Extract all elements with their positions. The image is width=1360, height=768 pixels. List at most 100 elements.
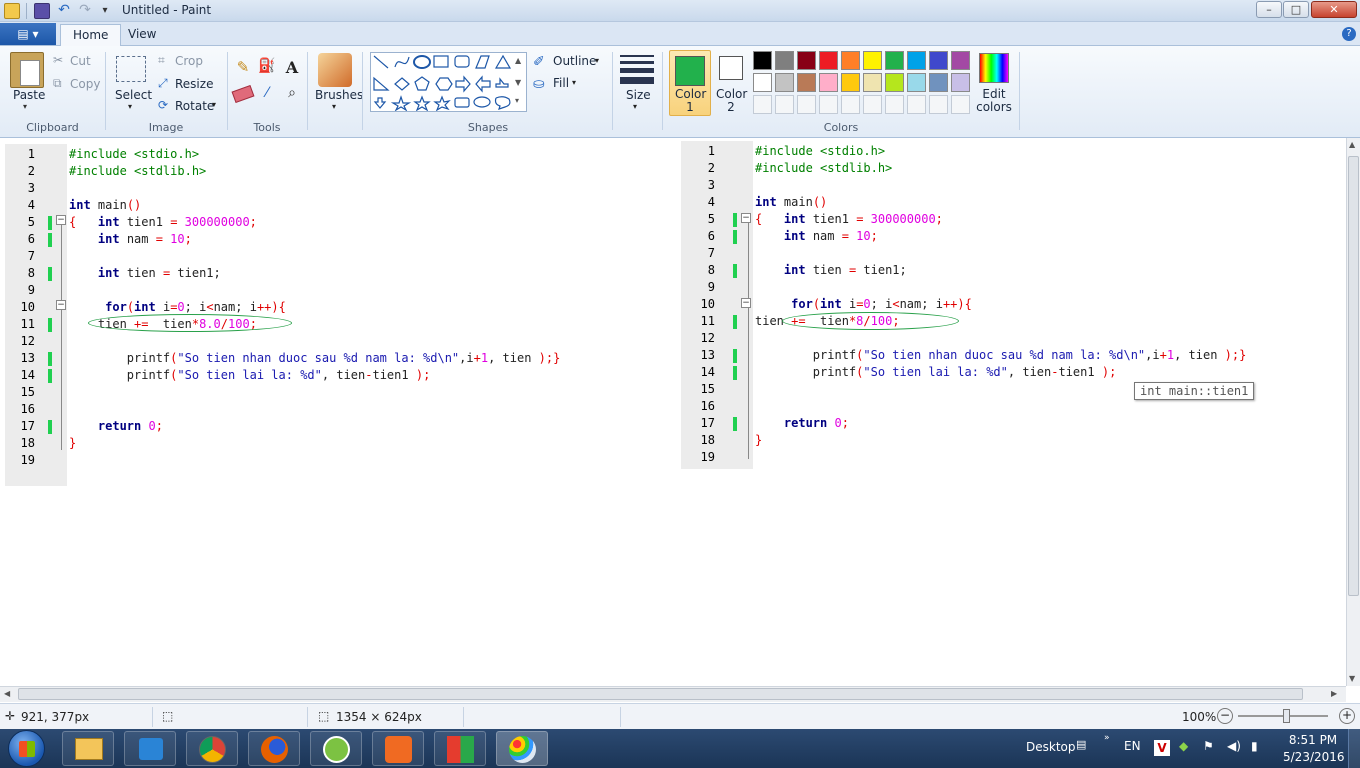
volume-icon[interactable]: ◀) (1227, 739, 1241, 753)
scroll-up-icon[interactable]: ▲ (1349, 140, 1355, 149)
chrome-taskbar-icon[interactable] (186, 731, 238, 766)
cut-button[interactable]: Cut (70, 54, 91, 68)
fold-toggle-icon[interactable]: − (56, 215, 66, 225)
color-swatch[interactable] (907, 95, 926, 114)
outline-button[interactable]: Outline (553, 54, 596, 68)
color-swatch[interactable] (841, 51, 860, 70)
color-swatch[interactable] (929, 73, 948, 92)
color-swatch[interactable] (797, 51, 816, 70)
shapes-scroll-up-icon[interactable]: ▲ (515, 56, 521, 65)
redo-icon[interactable]: ↷ (77, 3, 93, 19)
media-player-taskbar-icon[interactable] (124, 731, 176, 766)
color-picker-icon[interactable]: ⁄ (257, 85, 277, 105)
toolbar-expand-icon[interactable]: » (1104, 733, 1110, 743)
color-swatch[interactable] (753, 73, 772, 92)
desktop-toolbar[interactable]: Desktop (1026, 740, 1076, 754)
outline-dropdown-icon[interactable]: ▾ (595, 56, 599, 65)
shapes-gallery[interactable] (370, 52, 527, 112)
shapes-expand-icon[interactable]: ▾ (515, 96, 519, 105)
color-swatch[interactable] (885, 73, 904, 92)
color-swatch[interactable] (907, 51, 926, 70)
horizontal-scrollbar[interactable]: ◀ ▶ (0, 686, 1346, 702)
show-desktop-button[interactable] (1348, 729, 1360, 768)
explorer-taskbar-icon[interactable] (62, 731, 114, 766)
brushes-icon[interactable] (318, 53, 352, 87)
fill-button[interactable]: Fill (553, 76, 569, 90)
zoom-out-button[interactable]: − (1217, 708, 1233, 724)
scroll-right-icon[interactable]: ▶ (1331, 689, 1337, 698)
color-swatch[interactable] (797, 73, 816, 92)
color-swatch[interactable] (951, 95, 970, 114)
close-button[interactable]: ✕ (1311, 1, 1357, 18)
color-swatch[interactable] (819, 73, 838, 92)
fill-dropdown-icon[interactable]: ▾ (572, 78, 576, 87)
color-swatch[interactable] (929, 51, 948, 70)
rotate-button[interactable]: Rotate (175, 99, 214, 113)
clock-date[interactable]: 5/23/2016 (1283, 750, 1345, 764)
color-swatch[interactable] (885, 95, 904, 114)
help-icon[interactable]: ? (1342, 27, 1356, 41)
copy-button[interactable]: Copy (70, 77, 100, 91)
color-swatch[interactable] (841, 73, 860, 92)
size-dropdown-icon[interactable]: ▾ (633, 102, 637, 111)
size-icon[interactable] (620, 55, 654, 84)
brushes-button[interactable]: Brushes (315, 88, 363, 102)
coccoc-taskbar-icon[interactable] (310, 731, 362, 766)
color-swatch[interactable] (841, 95, 860, 114)
color-swatch[interactable] (819, 51, 838, 70)
fold-toggle-icon[interactable]: − (741, 298, 751, 308)
paste-dropdown-icon[interactable]: ▾ (23, 102, 27, 111)
color-swatch[interactable] (863, 95, 882, 114)
paint-taskbar-icon[interactable] (496, 731, 548, 766)
start-button[interactable] (8, 730, 45, 767)
save-icon[interactable] (34, 3, 50, 19)
color-swatch[interactable] (753, 51, 772, 70)
size-button[interactable]: Size (626, 88, 651, 102)
tab-view[interactable]: View (116, 24, 168, 46)
fold-toggle-icon[interactable]: − (56, 300, 66, 310)
paste-button[interactable]: Paste (13, 88, 45, 102)
vertical-scroll-thumb[interactable] (1348, 156, 1359, 596)
scroll-down-icon[interactable]: ▼ (1349, 674, 1355, 683)
shapes-scroll-down-icon[interactable]: ▼ (515, 78, 521, 87)
fill-bucket-icon[interactable]: ⛽ (257, 58, 277, 78)
color-swatch[interactable] (863, 73, 882, 92)
color-swatch[interactable] (797, 95, 816, 114)
color-swatch[interactable] (775, 51, 794, 70)
color-swatch[interactable] (951, 73, 970, 92)
magnifier-icon[interactable]: ⌕ (282, 85, 302, 105)
text-tool-icon[interactable]: A (282, 58, 302, 78)
office-taskbar-icon[interactable] (434, 731, 486, 766)
rotate-dropdown-icon[interactable]: ▾ (212, 100, 216, 109)
language-indicator[interactable]: EN (1124, 739, 1141, 753)
scroll-left-icon[interactable]: ◀ (4, 689, 10, 698)
color-swatch[interactable] (775, 73, 794, 92)
edit-colors-button[interactable]: Edit colors (975, 88, 1013, 114)
zoom-slider-handle[interactable] (1283, 709, 1290, 723)
maximize-button[interactable]: □ (1283, 1, 1309, 18)
brushes-dropdown-icon[interactable]: ▾ (332, 102, 336, 111)
tab-home[interactable]: Home (60, 24, 122, 46)
customize-quick-access-icon[interactable]: ▾ (97, 3, 113, 19)
clock-time[interactable]: 8:51 PM (1288, 733, 1338, 747)
vertical-scrollbar[interactable]: ▲ ▼ (1346, 138, 1360, 686)
color-swatch[interactable] (819, 95, 838, 114)
color-swatch[interactable] (775, 95, 794, 114)
edit-colors-icon[interactable] (979, 53, 1009, 83)
color-swatch[interactable] (885, 51, 904, 70)
foxit-pdf-taskbar-icon[interactable] (372, 731, 424, 766)
fold-toggle-icon[interactable]: − (741, 213, 751, 223)
zoom-in-button[interactable]: + (1339, 708, 1355, 724)
select-button[interactable]: Select (115, 88, 152, 102)
minimize-button[interactable]: – (1256, 1, 1282, 18)
unikey-tray-icon[interactable]: V (1154, 740, 1170, 756)
undo-icon[interactable]: ↶ (56, 3, 72, 19)
pencil-icon[interactable]: ✎ (233, 58, 253, 78)
color-swatch[interactable] (863, 51, 882, 70)
paint-app-icon[interactable] (4, 3, 20, 19)
action-center-icon[interactable]: ⚑ (1203, 739, 1214, 753)
select-icon[interactable] (116, 56, 146, 82)
color-swatch[interactable] (753, 95, 772, 114)
firefox-taskbar-icon[interactable] (248, 731, 300, 766)
network-tray-icon[interactable]: ◆ (1179, 739, 1188, 753)
